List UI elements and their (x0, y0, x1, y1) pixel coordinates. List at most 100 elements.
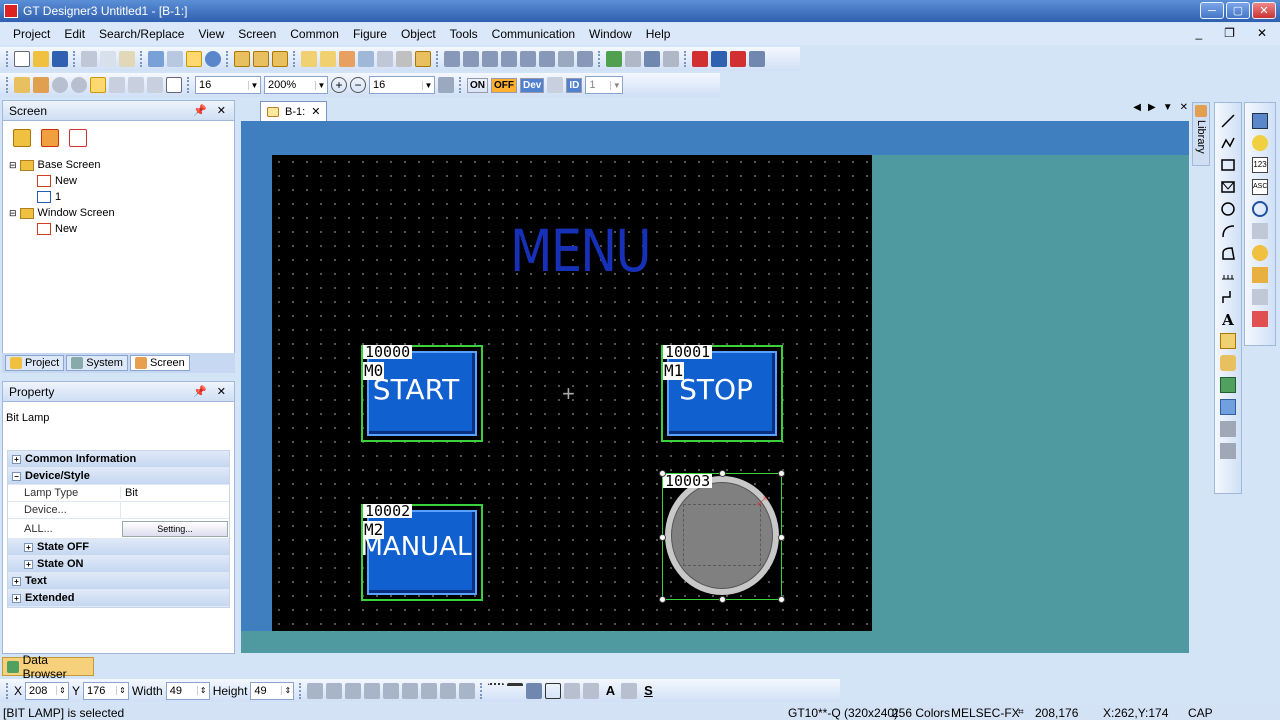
search-icon[interactable] (625, 51, 641, 67)
paste-icon[interactable] (119, 51, 135, 67)
border-icon[interactable] (128, 77, 144, 93)
tab-prev-icon[interactable]: ◀ (1133, 102, 1141, 113)
spinner-icon[interactable]: ⇕ (56, 686, 68, 695)
preview-icon[interactable] (415, 51, 431, 67)
line-icon[interactable] (1220, 113, 1236, 129)
menu-window[interactable]: Window (582, 27, 639, 41)
zoom-area-icon[interactable] (166, 77, 182, 93)
group-vertical-icon[interactable] (1220, 443, 1236, 459)
communication-icon[interactable] (749, 51, 765, 67)
category-icon[interactable] (339, 51, 355, 67)
resize-handle[interactable] (659, 470, 666, 477)
verify-icon[interactable] (730, 51, 746, 67)
align-vertical-icon[interactable] (1220, 421, 1236, 437)
copy-icon[interactable] (100, 51, 116, 67)
highlight-icon[interactable] (90, 77, 106, 93)
stamp-icon[interactable] (1220, 355, 1236, 371)
tree-item-window-screen[interactable]: ⊟ Window Screen (9, 205, 234, 221)
tree-item-new-base[interactable]: New (9, 173, 234, 189)
comment-icon[interactable] (377, 51, 393, 67)
menu-communication[interactable]: Communication (485, 27, 582, 41)
recipe-icon[interactable] (1252, 267, 1268, 283)
menu-object[interactable]: Object (394, 27, 443, 41)
start-switch[interactable]: START 10000 M0 (361, 345, 483, 442)
lamp-object-icon[interactable] (1252, 135, 1268, 151)
menu-project[interactable]: Project (6, 27, 57, 41)
align-middle-icon[interactable] (383, 682, 400, 699)
cut-icon[interactable] (81, 51, 97, 67)
tab-project[interactable]: Project (5, 355, 65, 371)
distribute-h-icon[interactable] (421, 682, 438, 699)
sector-icon[interactable] (1220, 245, 1236, 261)
simulator-icon[interactable] (606, 51, 622, 67)
distribute-v-icon[interactable] (440, 682, 457, 699)
delete-screen-icon[interactable] (41, 129, 59, 147)
align-top-icon[interactable] (364, 682, 381, 699)
grid-toggle-icon[interactable] (438, 77, 454, 93)
switch-object-icon[interactable] (1252, 113, 1268, 129)
tree-item-new-window[interactable]: New (9, 221, 234, 237)
alarm-icon[interactable] (1252, 245, 1268, 261)
ungroup-icon[interactable] (501, 51, 517, 67)
property-row-all[interactable]: ALL... Setting... (8, 519, 229, 539)
same-size-icon[interactable] (459, 682, 476, 699)
width-input[interactable]: 49 ⇕ (165, 681, 210, 700)
mdi-minimize-icon[interactable]: _ (1188, 26, 1209, 40)
object-display-icon[interactable] (547, 77, 564, 93)
menu-figure[interactable]: Figure (346, 27, 394, 41)
resize-handle[interactable] (719, 470, 726, 477)
property-category-state-off[interactable]: + State OFF (8, 539, 229, 556)
resize-handle[interactable] (778, 534, 785, 541)
redo-icon[interactable] (167, 51, 183, 67)
tree-item-screen-1[interactable]: 1 (9, 189, 234, 205)
library-side-tab[interactable]: Library (1192, 102, 1210, 166)
device-list-icon[interactable] (396, 51, 412, 67)
flip-icon[interactable] (539, 51, 555, 67)
abc-text-icon[interactable] (558, 51, 574, 67)
text-size-icon[interactable] (621, 682, 638, 699)
object-list-icon[interactable] (33, 77, 49, 93)
align-left-icon[interactable] (307, 682, 324, 699)
panel-close-icon[interactable]: ✕ (217, 104, 226, 117)
zoom-out-icon[interactable]: − (350, 77, 366, 93)
resize-handle[interactable] (778, 596, 785, 603)
menu-tools[interactable]: Tools (443, 27, 485, 41)
property-row-lamp-type[interactable]: Lamp Type Bit (8, 485, 229, 502)
save-icon[interactable] (52, 51, 68, 67)
spinner-icon[interactable]: ⇕ (196, 686, 209, 695)
undo-icon[interactable] (148, 51, 164, 67)
close-button[interactable]: ✕ (1252, 2, 1276, 19)
fill-pattern-icon[interactable] (109, 77, 125, 93)
align-bottom-icon[interactable] (402, 682, 419, 699)
property-row-device[interactable]: Device... (8, 502, 229, 519)
group-icon[interactable] (482, 51, 498, 67)
menu-edit[interactable]: Edit (57, 27, 92, 41)
setting-button[interactable]: Setting... (122, 520, 228, 537)
height-input[interactable]: 49 ⇕ (250, 681, 295, 700)
resize-handle[interactable] (778, 470, 785, 477)
manual-switch[interactable]: MANUAL 10002 M2 (361, 504, 483, 601)
layer-icon[interactable] (577, 51, 593, 67)
tab-b1[interactable]: B-1: ✕ (260, 101, 328, 121)
scale-icon[interactable] (1220, 267, 1236, 283)
fill-color-icon[interactable] (147, 77, 163, 93)
text-icon[interactable]: A (1220, 311, 1236, 329)
replace-icon[interactable] (644, 51, 660, 67)
snap-size-select[interactable]: 16 ▼ (369, 76, 435, 94)
rectangle-icon[interactable] (1220, 157, 1236, 173)
screen-property-icon[interactable] (272, 51, 288, 67)
spinner-icon[interactable]: ⇕ (281, 686, 293, 695)
property-category-common[interactable]: + Common Information (8, 451, 229, 468)
resize-handle[interactable] (659, 596, 666, 603)
tab-next-icon[interactable]: ▶ (1148, 102, 1156, 113)
grid-size-select[interactable]: 16 ▼ (195, 76, 261, 94)
line-width-icon[interactable] (507, 682, 524, 699)
image-icon[interactable] (1220, 377, 1236, 393)
zoom-select[interactable]: 200% ▼ (264, 76, 328, 94)
off-state-toggle[interactable]: OFF (491, 77, 517, 93)
clock-icon[interactable] (1252, 201, 1268, 217)
x-input[interactable]: 208 ⇕ (25, 681, 70, 700)
menu-help[interactable]: Help (639, 27, 678, 41)
property-category-device-style[interactable]: − Device/Style (8, 468, 229, 485)
tree-item-base-screen[interactable]: ⊟ Base Screen (9, 157, 234, 173)
